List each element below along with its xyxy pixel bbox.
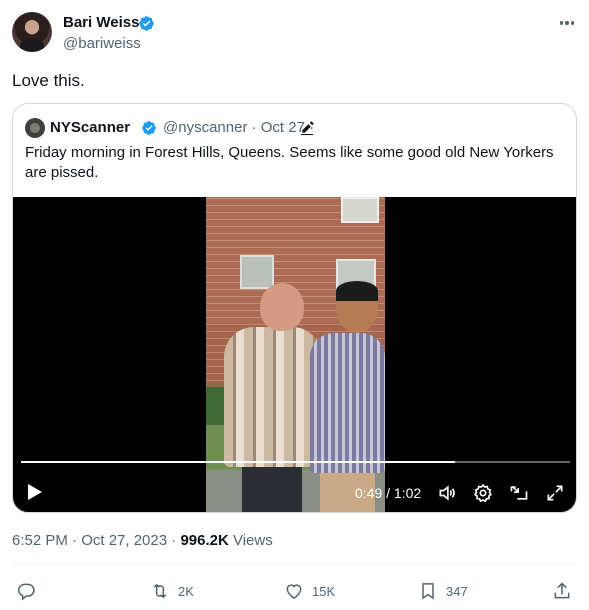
quoted-meta: @nyscanner · Oct 27 · xyxy=(163,119,315,136)
bookmark-count: 347 xyxy=(446,583,468,599)
video-person-head xyxy=(260,283,304,331)
settings-gear-icon[interactable] xyxy=(473,483,493,503)
more-dot-icon xyxy=(565,21,569,25)
quoted-tweet[interactable]: NYScanner @nyscanner · Oct 27 · Friday m… xyxy=(12,103,577,513)
video-progress-bar[interactable] xyxy=(21,461,570,463)
bookmark-icon xyxy=(422,583,434,600)
volume-icon[interactable] xyxy=(437,483,457,503)
tweet-text: Love this. xyxy=(12,71,85,90)
like-button[interactable]: 15K xyxy=(284,580,335,602)
tweet-timestamp[interactable]: 6:52 PM · Oct 27, 2023 xyxy=(12,532,167,549)
video-window xyxy=(341,197,379,223)
edited-pencil-icon xyxy=(301,121,314,136)
video-frame xyxy=(206,197,385,512)
more-dot-icon xyxy=(570,21,575,25)
picture-in-picture-icon[interactable] xyxy=(509,483,529,503)
play-icon[interactable] xyxy=(27,483,43,501)
bookmark-button[interactable]: 347 xyxy=(418,580,468,602)
quoted-author-name[interactable]: NYScanner xyxy=(50,119,130,137)
tweet-meta-row: 6:52 PM · Oct 27, 2023 · 996.2K Views xyxy=(12,531,273,551)
video-progress-fill xyxy=(21,461,455,463)
like-count: 15K xyxy=(312,583,336,599)
retweet-icon xyxy=(153,583,167,599)
more-dot-icon xyxy=(559,21,564,25)
video-person-hair xyxy=(336,281,378,301)
meta-separator: · xyxy=(167,532,181,549)
more-options-button[interactable] xyxy=(556,14,578,32)
quoted-author-avatar[interactable] xyxy=(25,118,45,138)
video-player[interactable]: 0:49 / 1:02 xyxy=(13,197,576,512)
author-name[interactable]: Bari Weiss xyxy=(63,14,139,32)
quoted-text: Friday morning in Forest Hills, Queens. … xyxy=(25,144,554,181)
share-icon xyxy=(554,582,570,599)
reply-button[interactable] xyxy=(16,580,36,602)
author-handle[interactable]: @bariweiss xyxy=(63,35,141,53)
author-avatar[interactable] xyxy=(12,12,52,52)
share-button[interactable] xyxy=(552,580,572,602)
views-count: 996.2K xyxy=(180,532,229,549)
video-person-legs xyxy=(242,467,302,512)
retweet-count: 2K xyxy=(178,583,194,599)
retweet-button[interactable]: 2K xyxy=(150,580,194,602)
video-time: 0:49 / 1:02 xyxy=(355,485,422,501)
views-label: Views xyxy=(232,532,273,549)
verified-badge-icon xyxy=(142,121,156,135)
fullscreen-icon[interactable] xyxy=(545,483,565,503)
video-person-body xyxy=(310,333,385,473)
verified-badge-icon xyxy=(139,16,154,31)
tweet-card: Bari Weiss @bariweiss Love this. NYScann… xyxy=(0,0,589,610)
reply-icon xyxy=(17,583,35,601)
video-person xyxy=(306,281,385,512)
divider xyxy=(12,563,577,564)
heart-icon xyxy=(286,584,302,599)
